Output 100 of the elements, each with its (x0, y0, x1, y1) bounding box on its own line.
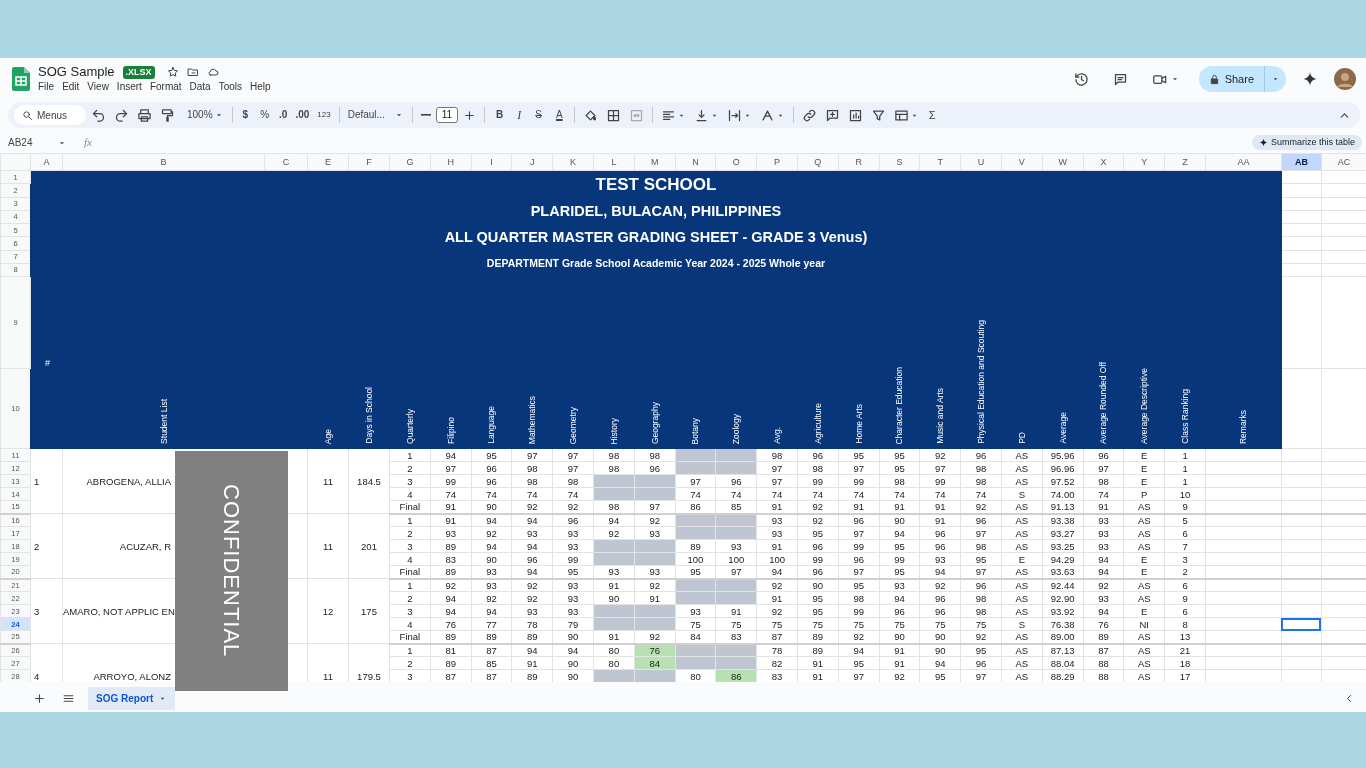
menu-item[interactable]: File (38, 80, 59, 94)
column-header[interactable]: AA (1205, 153, 1282, 171)
table-cell: AS (1001, 630, 1043, 644)
number-format-button[interactable]: 123 (314, 108, 334, 122)
increase-decimal-button[interactable]: .00 (292, 108, 313, 122)
cloud-icon[interactable] (206, 66, 219, 78)
column-header[interactable]: Q (797, 153, 839, 171)
column-header[interactable]: K (552, 153, 594, 171)
column-header[interactable]: I (471, 153, 512, 171)
column-header[interactable]: M (634, 153, 676, 171)
column-header[interactable]: B (62, 153, 265, 171)
table-cell: 98 (511, 474, 553, 488)
table-cell: 97.52 (1042, 474, 1084, 488)
menu-item[interactable]: Help (246, 80, 275, 94)
column-header[interactable]: U (960, 153, 1002, 171)
italic-button[interactable]: I (511, 108, 528, 122)
table-cell: AS (1001, 578, 1043, 592)
column-header[interactable]: L (593, 153, 635, 171)
column-header[interactable]: G (389, 153, 431, 171)
sheet-tab[interactable]: SOG Report (88, 686, 176, 710)
text-color-button[interactable]: A (549, 108, 569, 122)
column-header[interactable]: W (1042, 153, 1084, 171)
table-cell: 95 (675, 565, 716, 579)
avatar[interactable] (1334, 68, 1356, 90)
decrease-decimal-button[interactable]: .0 (276, 108, 291, 122)
menu-item[interactable]: Format (145, 80, 186, 94)
table-cell: 93 (919, 552, 961, 566)
column-header[interactable]: E (307, 153, 349, 171)
table-cell: 4 (389, 552, 431, 566)
document-title[interactable]: SOG Sample (38, 64, 115, 80)
menu-item[interactable]: Insert (112, 80, 146, 94)
column-header[interactable]: Y (1123, 153, 1165, 171)
zoom-dropdown[interactable]: 100% (184, 108, 227, 122)
folder-icon[interactable] (186, 66, 199, 78)
star-icon[interactable] (166, 66, 179, 78)
table-cell: AS (1123, 578, 1165, 592)
column-header[interactable]: N (675, 153, 716, 171)
bold-button[interactable]: B (490, 108, 510, 122)
table-cell: 91 (919, 500, 961, 514)
column-heading: PD (1016, 432, 1027, 444)
column-heading: Physical Education and Scouting (976, 320, 987, 444)
menu-item[interactable]: Data (185, 80, 215, 94)
table-cell: 91 (634, 591, 676, 605)
column-header[interactable]: V (1001, 153, 1043, 171)
column-header[interactable]: F (348, 153, 390, 171)
font-dropdown[interactable]: Defaul... (344, 108, 407, 122)
table-cell: 89 (511, 630, 553, 644)
table-cell: 74.00 (1042, 487, 1084, 501)
menu-item[interactable]: Tools (214, 80, 247, 94)
undo-icon (91, 107, 106, 123)
table-cell: 97 (960, 526, 1002, 540)
sheets-logo[interactable] (12, 67, 30, 91)
column-header[interactable]: O (715, 153, 757, 171)
summarize-button[interactable]: Summarize this table (1251, 134, 1362, 151)
column-header[interactable]: X (1083, 153, 1124, 171)
table-cell: 91 (511, 656, 553, 670)
column-header[interactable]: T (919, 153, 961, 171)
table-cell: 94 (511, 643, 553, 657)
column-header[interactable]: Z (1164, 153, 1206, 171)
share-button[interactable]: Share (1198, 66, 1264, 92)
column-header[interactable]: AC (1321, 153, 1366, 171)
menu-item[interactable]: View (83, 80, 113, 94)
column-header[interactable]: H (430, 153, 472, 171)
table-cell: 3 (34, 605, 40, 617)
column-heading: Average Rounded Off (1098, 362, 1109, 444)
sparkle-icon[interactable] (1302, 71, 1318, 87)
column-header[interactable]: P (756, 153, 798, 171)
table-cell: 94 (471, 539, 512, 553)
table-cell: 80 (593, 643, 635, 657)
table-cell: 83 (430, 552, 472, 566)
table-cell: 95 (879, 461, 920, 475)
table-cell: 184.5 (357, 475, 381, 487)
column-header[interactable]: J (511, 153, 553, 171)
search-menus-button[interactable]: Menus (14, 105, 86, 125)
table-cell: 97 (634, 500, 676, 514)
name-box[interactable]: AB24 (8, 135, 70, 150)
column-header[interactable]: A (30, 153, 63, 171)
table-cell: 99 (919, 474, 961, 488)
table-cell: 89 (430, 630, 472, 644)
percent-format-button[interactable]: % (255, 108, 275, 122)
table-cell: 94 (430, 448, 472, 462)
table-cell: 94 (471, 513, 512, 527)
table-cell: AS (1123, 526, 1165, 540)
column-header[interactable]: S (879, 153, 920, 171)
currency-format-button[interactable]: $ (237, 108, 254, 122)
table-cell: 4 (389, 617, 431, 631)
table-cell: 80 (593, 656, 635, 670)
column-header[interactable]: R (838, 153, 880, 171)
table-cell: 90 (471, 552, 512, 566)
table-cell: 95 (797, 526, 839, 540)
table-cell: 93 (552, 539, 594, 553)
strikethrough-button[interactable]: S (529, 108, 548, 122)
table-cell: 91 (593, 578, 635, 592)
column-header[interactable]: C (264, 153, 308, 171)
column-heading: # (45, 357, 50, 368)
font-size-field[interactable]: 11 (435, 107, 459, 123)
functions-button[interactable]: Σ (923, 108, 941, 122)
redo-icon (114, 107, 129, 123)
column-header[interactable]: AB (1281, 153, 1322, 171)
menu-item[interactable]: Edit (58, 80, 84, 94)
